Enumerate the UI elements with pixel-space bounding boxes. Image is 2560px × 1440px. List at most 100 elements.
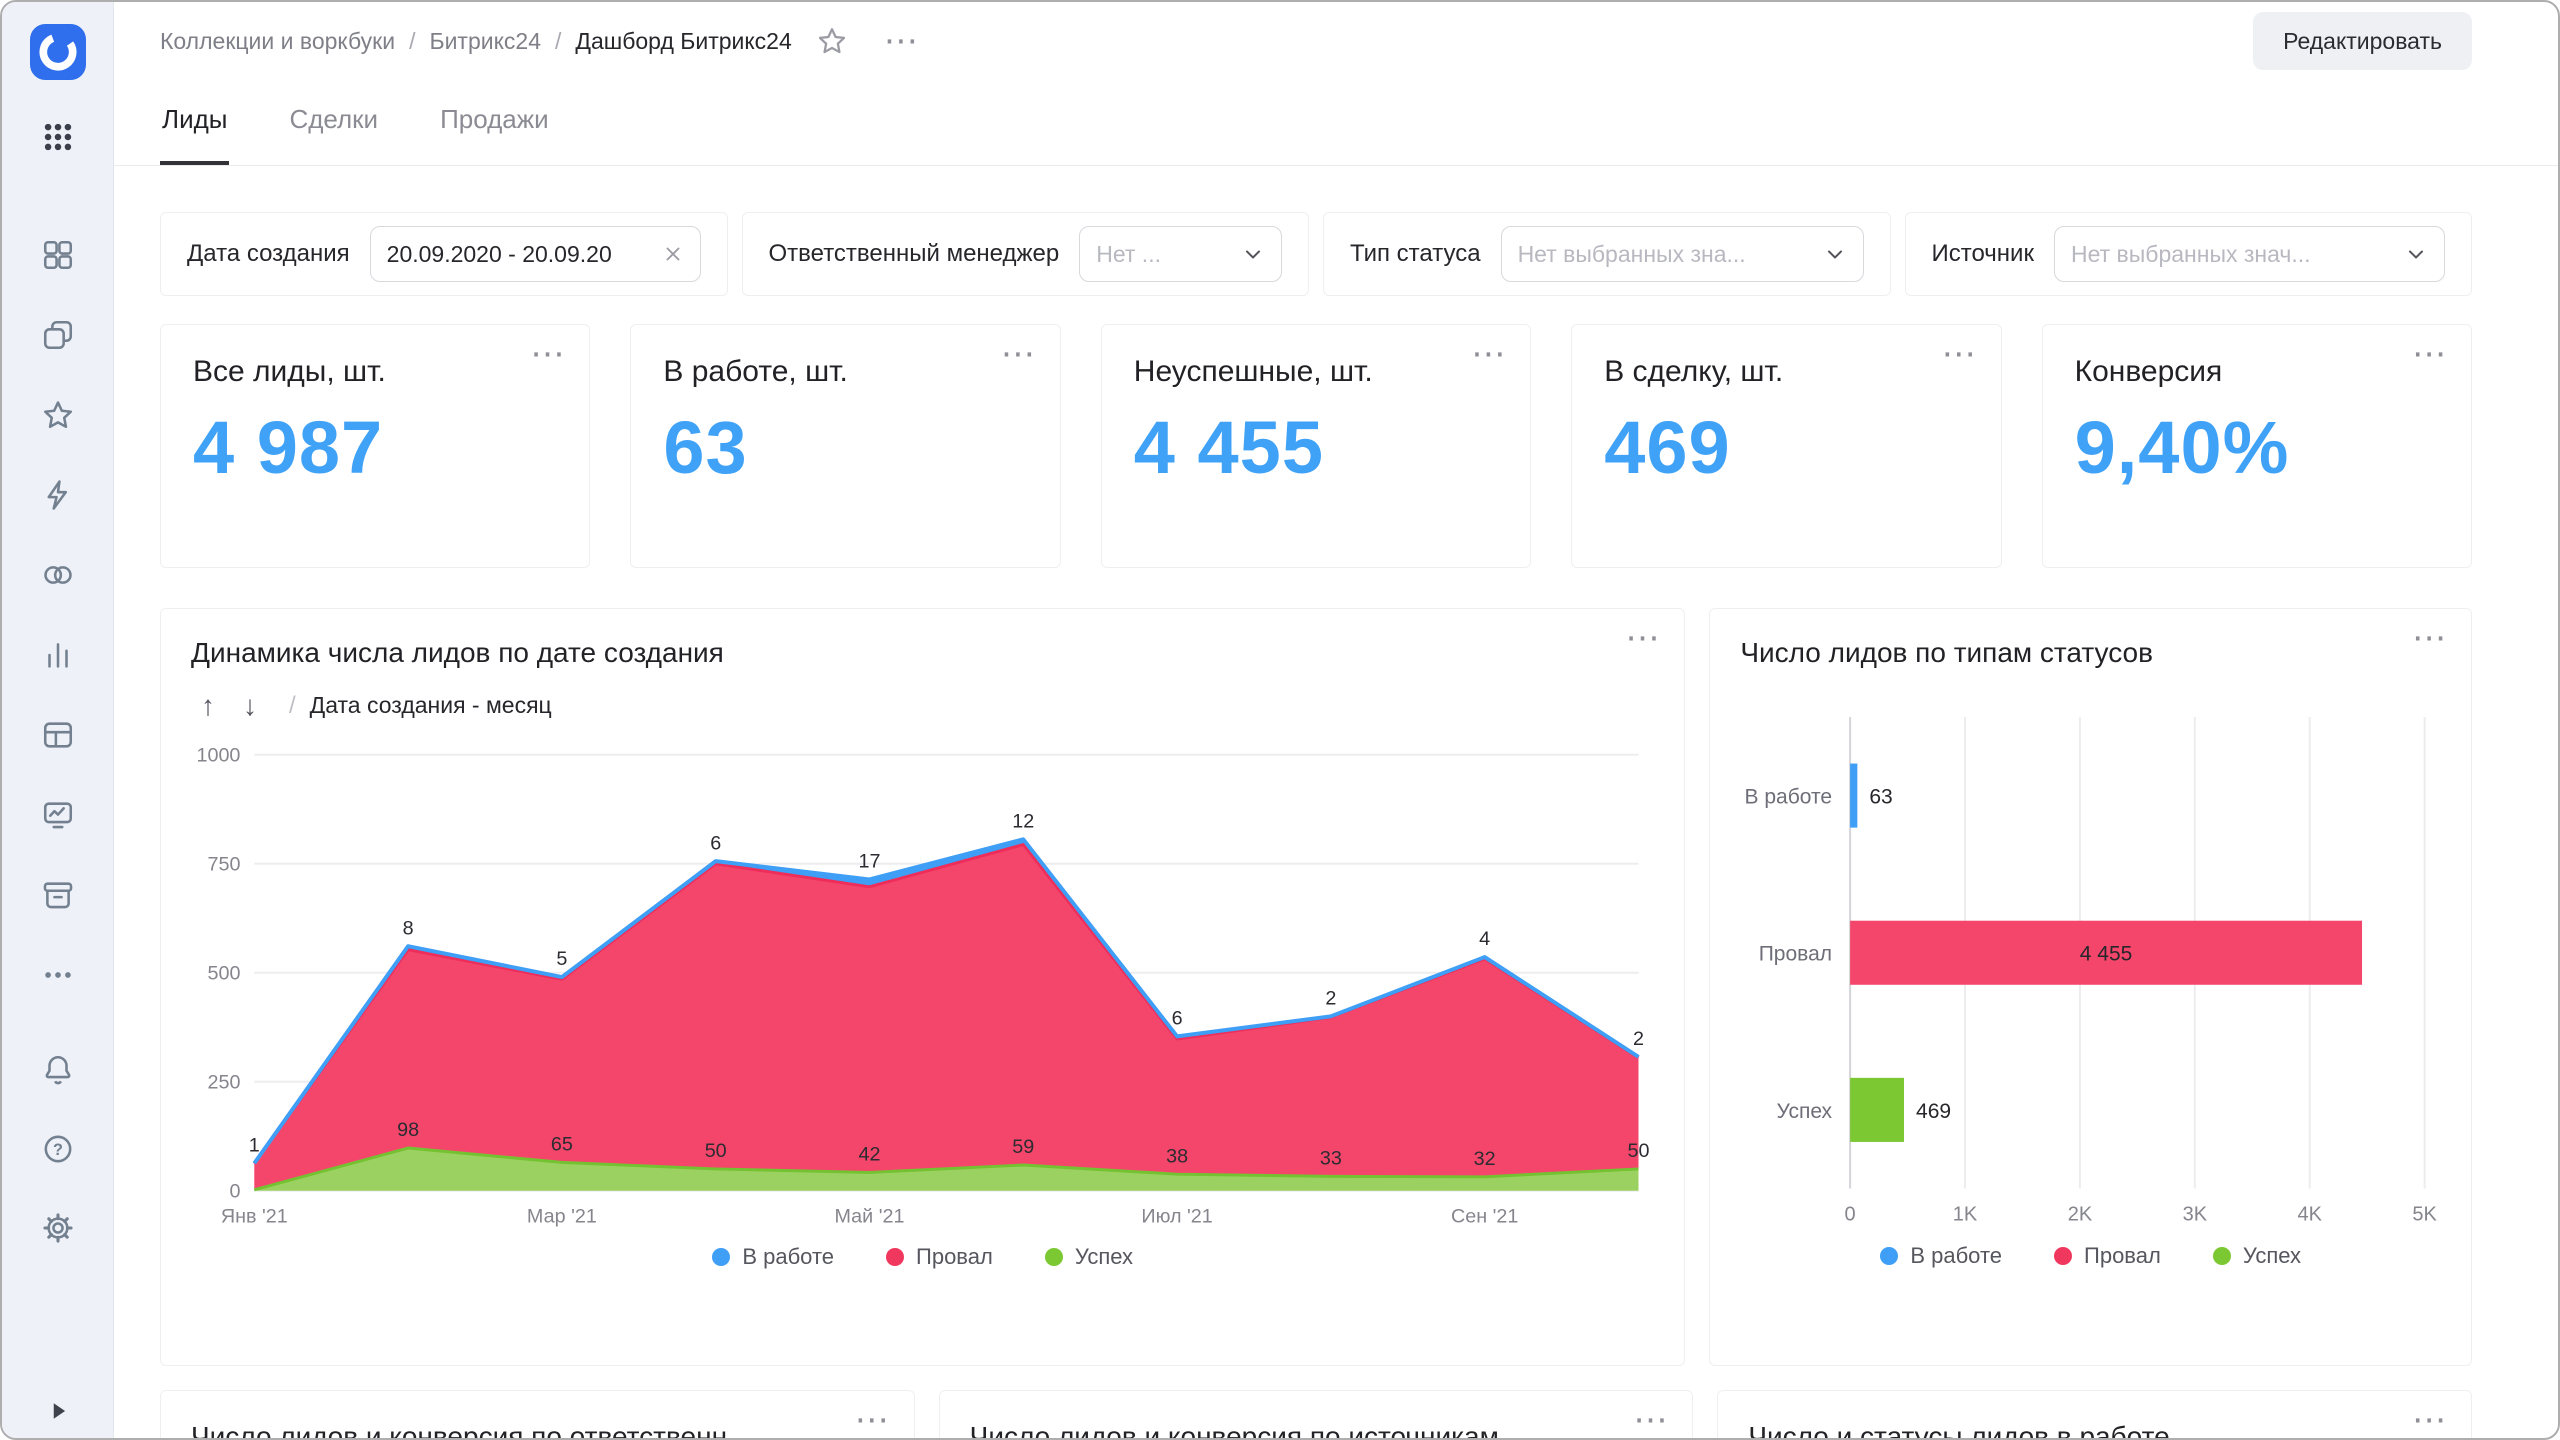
edit-button[interactable]: Редактировать: [2253, 12, 2472, 70]
connections-icon[interactable]: [41, 558, 75, 592]
data-label: 2: [1325, 987, 1336, 1009]
x-tick-label: 3K: [2183, 1203, 2208, 1225]
source-select-value: Нет выбранных знач...: [2071, 241, 2394, 268]
x-tick-label: Май '21: [835, 1205, 905, 1227]
status-type-select-value: Нет выбранных зна...: [1518, 241, 1813, 268]
kpi-value: 4 987: [193, 405, 557, 490]
breadcrumb-collections[interactable]: Коллекции и воркбуки: [160, 28, 395, 55]
drilldown-breadcrumb[interactable]: Дата создания - месяц: [310, 692, 552, 719]
kpi-row: ⋯ Все лиды, шт. 4 987 ⋯ В работе, шт. 63…: [160, 324, 2472, 568]
widget-menu-icon[interactable]: ⋯: [2412, 1403, 2449, 1437]
legend-item[interactable]: В работе: [712, 1244, 834, 1270]
legend-item[interactable]: В работе: [1880, 1243, 2002, 1269]
x-tick-label: Мар '21: [527, 1205, 597, 1227]
legend-label: Успех: [1075, 1244, 1133, 1270]
manager-select-value: Нет ...: [1096, 241, 1231, 268]
widget-menu-icon[interactable]: ⋯: [1001, 337, 1038, 371]
tab-sales[interactable]: Продажи: [438, 80, 551, 165]
data-label: 6: [710, 832, 721, 854]
chevron-down-icon: [2404, 242, 2428, 266]
widget-menu-icon[interactable]: ⋯: [530, 337, 567, 371]
widget-menu-icon[interactable]: ⋯: [1633, 1403, 1670, 1437]
data-label: 32: [1474, 1148, 1496, 1170]
legend-item[interactable]: Успех: [2213, 1243, 2301, 1269]
widget-menu-icon[interactable]: ⋯: [855, 1403, 892, 1437]
source-select[interactable]: Нет выбранных знач...: [2054, 226, 2445, 282]
charts-row: ⋯ Динамика числа лидов по дате создания …: [160, 608, 2472, 1366]
legend-dot: [886, 1248, 904, 1266]
kpi-title: Конверсия: [2075, 355, 2439, 389]
x-tick-label: Сен '21: [1451, 1205, 1518, 1227]
data-label: 98: [397, 1119, 419, 1141]
expand-panel-icon[interactable]: [41, 1394, 75, 1428]
widget-menu-icon[interactable]: ⋯: [1625, 621, 1662, 655]
data-label: 8: [403, 917, 414, 939]
more-icon[interactable]: [41, 958, 75, 992]
area-series-Провал: [254, 844, 1638, 1189]
workbooks-icon[interactable]: [41, 318, 75, 352]
leads-by-manager-card: ⋯ Число лидов и конверсия по ответственн…: [160, 1390, 915, 1438]
legend-label: Провал: [2084, 1243, 2161, 1269]
legend-item[interactable]: Успех: [1045, 1244, 1133, 1270]
data-label: 50: [1627, 1140, 1649, 1162]
help-icon[interactable]: ?: [41, 1132, 75, 1166]
bar-chart-legend: В работе Провал Успех: [1740, 1243, 2441, 1269]
y-tick-label: 250: [207, 1071, 240, 1093]
sidebar-nav: [41, 238, 75, 992]
sort-desc-icon[interactable]: ↓: [233, 689, 267, 723]
filter-label: Тип статуса: [1350, 240, 1481, 268]
favorite-star-icon[interactable]: [816, 25, 848, 57]
data-label: 4: [1479, 928, 1490, 950]
storage-box-icon[interactable]: [41, 878, 75, 912]
legend-item[interactable]: Провал: [2054, 1243, 2161, 1269]
breadcrumb-current: Дашборд Битрикс24: [575, 28, 791, 55]
kpi-value: 63: [663, 405, 1027, 490]
charts-icon[interactable]: [41, 638, 75, 672]
bar-value-label: 4 455: [2080, 943, 2133, 966]
data-label: 17: [858, 850, 880, 872]
tab-deals[interactable]: Сделки: [287, 80, 380, 165]
kpi-title: В сделку, шт.: [1604, 355, 1968, 389]
svg-text:?: ?: [53, 1141, 63, 1159]
widget-menu-icon[interactable]: ⋯: [1942, 337, 1979, 371]
apps-grid-icon[interactable]: [41, 120, 75, 154]
status-type-select[interactable]: Нет выбранных зна...: [1501, 226, 1864, 282]
manager-select[interactable]: Нет ...: [1079, 226, 1282, 282]
date-range-input[interactable]: 20.09.2020 - 20.09.20: [370, 226, 701, 282]
datasets-table-icon[interactable]: [41, 718, 75, 752]
settings-gear-icon[interactable]: [41, 1211, 75, 1245]
legend-label: В работе: [742, 1244, 834, 1270]
legend-label: Провал: [916, 1244, 993, 1270]
x-tick-label: 5K: [2413, 1203, 2438, 1225]
sort-asc-icon[interactable]: ↑: [191, 689, 225, 723]
breadcrumb-separator: /: [409, 28, 415, 55]
data-label: 38: [1166, 1145, 1188, 1167]
kpi-title: Неуспешные, шт.: [1134, 355, 1498, 389]
notifications-bell-icon[interactable]: [41, 1053, 75, 1087]
clear-icon[interactable]: [662, 243, 684, 265]
chart-title: Число лидов и конверсия по ответственн..…: [191, 1421, 884, 1438]
chart-title: Число лидов по типам статусов: [1740, 637, 2441, 669]
breadcrumb: Коллекции и воркбуки / Битрикс24 / Дашбо…: [160, 24, 921, 58]
dashboards-monitor-icon[interactable]: [41, 798, 75, 832]
collections-icon[interactable]: [41, 238, 75, 272]
tab-leads[interactable]: Лиды: [160, 80, 229, 165]
breadcrumb-more-icon[interactable]: ⋯: [884, 24, 921, 58]
legend-dot: [1045, 1248, 1063, 1266]
x-tick-label: 0: [1845, 1203, 1856, 1225]
legend-item[interactable]: Провал: [886, 1244, 993, 1270]
chevron-down-icon: [1241, 242, 1265, 266]
datalens-logo[interactable]: [30, 24, 86, 80]
filter-date-created: Дата создания 20.09.2020 - 20.09.20: [160, 212, 728, 296]
kpi-to-deal: ⋯ В сделку, шт. 469: [1571, 324, 2001, 568]
widget-menu-icon[interactable]: ⋯: [1471, 337, 1508, 371]
widget-menu-icon[interactable]: ⋯: [2412, 621, 2449, 655]
bar-В работе[interactable]: [1850, 764, 1857, 828]
quick-actions-bolt-icon[interactable]: [41, 478, 75, 512]
data-label: 42: [858, 1143, 880, 1165]
legend-label: В работе: [1910, 1243, 2002, 1269]
breadcrumb-workbook[interactable]: Битрикс24: [429, 28, 541, 55]
widget-menu-icon[interactable]: ⋯: [2412, 337, 2449, 371]
favorites-star-icon[interactable]: [41, 398, 75, 432]
bar-Успех[interactable]: [1850, 1078, 1904, 1142]
